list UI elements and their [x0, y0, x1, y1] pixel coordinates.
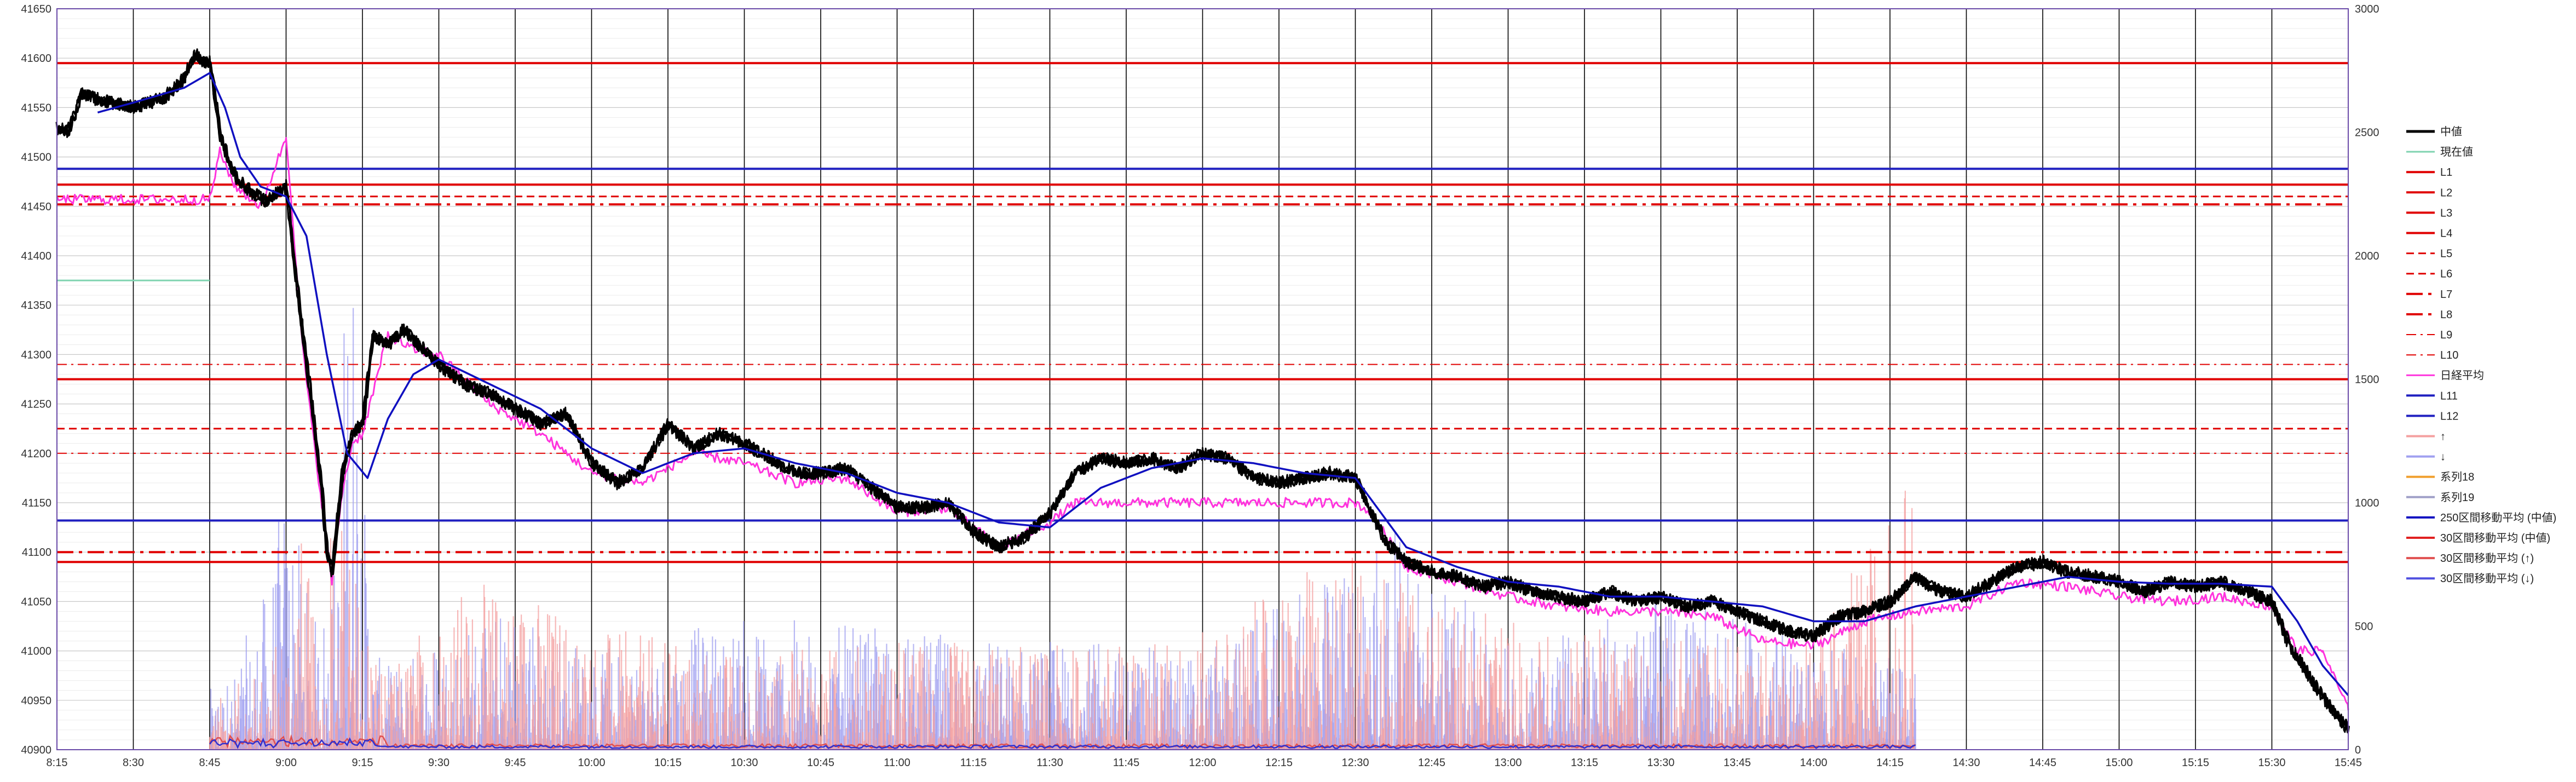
trading-chart: 4090040950410004105041100411504120041250…	[21, 3, 2556, 769]
